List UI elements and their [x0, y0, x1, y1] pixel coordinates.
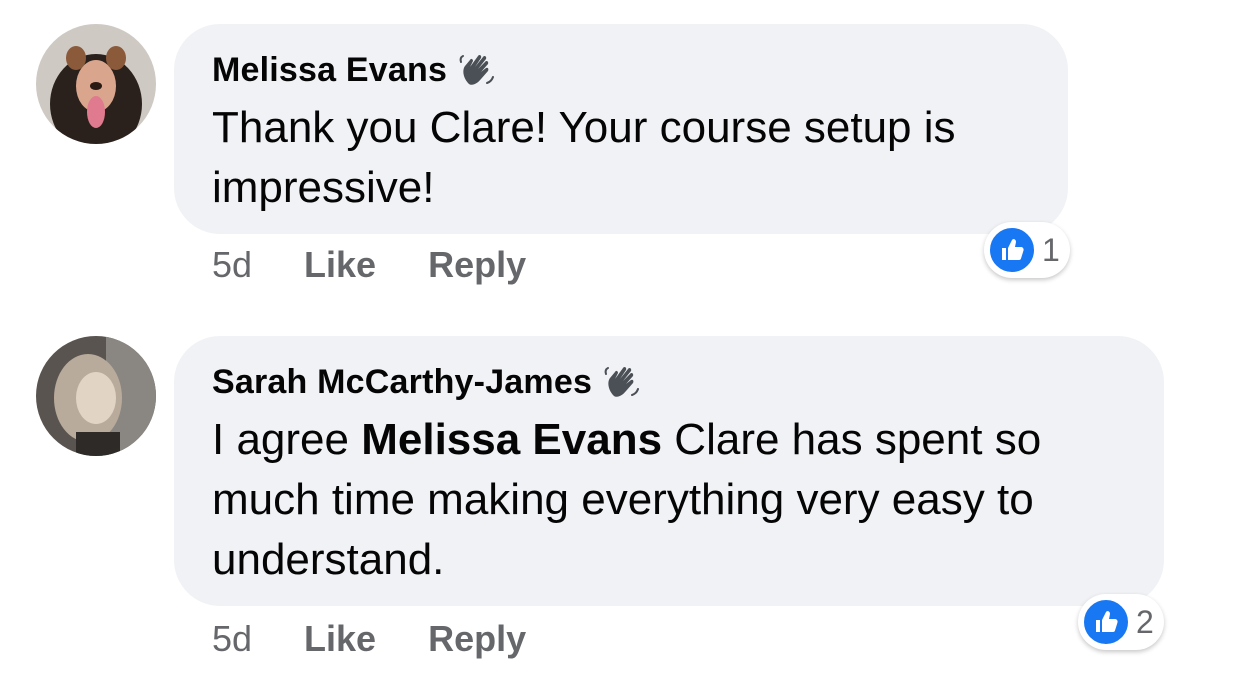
comment-actions: 5d Like Reply — [212, 244, 578, 286]
comment: Sarah McCarthy-James I agree Melissa Eva… — [0, 312, 1242, 684]
comment-author[interactable]: Melissa Evans — [212, 51, 447, 90]
comment-text: I agree Melissa Evans Clare has spent so… — [212, 410, 1124, 590]
comment-author[interactable]: Sarah McCarthy-James — [212, 363, 592, 402]
comment-text: Thank you Clare! Your course setup is im… — [212, 98, 1028, 218]
comment-bubble: Sarah McCarthy-James I agree Melissa Eva… — [174, 336, 1164, 606]
reaction-summary[interactable]: 2 — [1078, 594, 1164, 650]
comment-bubble: Melissa Evans Thank you Clare! Your cour… — [174, 24, 1068, 234]
avatar[interactable] — [36, 24, 156, 144]
reaction-summary[interactable]: 1 — [984, 222, 1070, 278]
thumbs-up-icon — [988, 226, 1036, 274]
comment-timestamp[interactable]: 5d — [212, 618, 252, 660]
reaction-count: 1 — [1042, 231, 1060, 268]
reply-button[interactable]: Reply — [428, 618, 526, 660]
waving-hand-icon — [457, 50, 497, 90]
comment-text-before: I agree — [212, 415, 362, 464]
avatar-image — [36, 24, 156, 144]
like-button[interactable]: Like — [304, 244, 376, 286]
comment-text-content: Thank you Clare! Your course setup is im… — [212, 103, 956, 212]
mention-link[interactable]: Melissa Evans — [361, 415, 662, 464]
reaction-count: 2 — [1136, 603, 1154, 640]
comment-timestamp[interactable]: 5d — [212, 244, 252, 286]
comment-actions: 5d Like Reply — [212, 618, 578, 660]
waving-hand-icon — [602, 362, 642, 402]
avatar[interactable] — [36, 336, 156, 456]
thumbs-up-icon — [1082, 598, 1130, 646]
comment: Melissa Evans Thank you Clare! Your cour… — [0, 0, 1242, 300]
like-button[interactable]: Like — [304, 618, 376, 660]
comments-thread: Melissa Evans Thank you Clare! Your cour… — [0, 0, 1242, 684]
avatar-image — [36, 336, 156, 456]
reply-button[interactable]: Reply — [428, 244, 526, 286]
